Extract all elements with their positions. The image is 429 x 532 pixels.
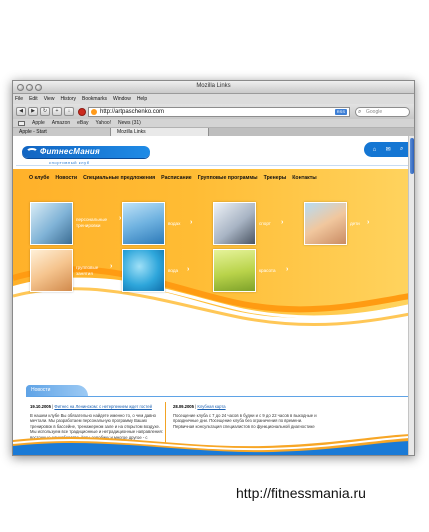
- tile-water-label: вода: [168, 268, 179, 273]
- add-bookmark-button[interactable]: +: [52, 107, 62, 116]
- bookmark-yahoo[interactable]: Yahoo!: [96, 120, 111, 126]
- tile-personal-training-label: персональные тренировки: [76, 217, 108, 228]
- nav-contacts[interactable]: Контакты: [292, 175, 316, 181]
- tile-beauty-label: красота: [259, 268, 276, 273]
- tile-sport-photo: [213, 202, 256, 245]
- tile-water-photo: [122, 249, 165, 292]
- menu-window[interactable]: Window: [113, 96, 131, 102]
- news-section-title: Новости: [31, 387, 51, 393]
- tile-group-classes-photo: [30, 249, 73, 292]
- tile-kids-photo: [304, 202, 347, 245]
- news-item-1-link[interactable]: Фитнес на Ленинском: с нетерпением ждет …: [54, 404, 152, 409]
- news-section-rule: [26, 396, 410, 397]
- nav-special-offers[interactable]: Специальные предложения: [83, 175, 155, 181]
- browser-window: Mozilla Links File Edit View History Boo…: [12, 80, 415, 456]
- tab-mozilla-links[interactable]: Mozilla Links: [111, 128, 209, 136]
- page-viewport: ФитнесМания спортивный клуб ⌂ ✉ ⌕ О клуб…: [13, 136, 414, 455]
- menu-help[interactable]: Help: [137, 96, 147, 102]
- back-button[interactable]: ◀: [16, 107, 26, 116]
- title-bar: Mozilla Links: [13, 81, 414, 94]
- scrollbar-thumb[interactable]: [410, 138, 414, 174]
- nav-about[interactable]: О клубе: [29, 175, 49, 181]
- menu-bookmarks[interactable]: Bookmarks: [82, 96, 107, 102]
- forward-button[interactable]: ▶: [28, 107, 38, 116]
- menu-file[interactable]: File: [15, 96, 23, 102]
- menu-edit[interactable]: Edit: [29, 96, 38, 102]
- menu-history[interactable]: History: [60, 96, 76, 102]
- menu-view[interactable]: View: [44, 96, 55, 102]
- rss-badge[interactable]: RSS: [334, 108, 347, 115]
- tile-kids-arrow-icon: ›: [367, 219, 370, 226]
- tile-aqua-arrow-icon: ›: [190, 219, 193, 226]
- news-item-1-date: 19.10.2005: [30, 404, 51, 409]
- bookmark-amazon[interactable]: Amazon: [52, 120, 70, 126]
- site-nav: О клубе Новости Специальные предложения …: [13, 171, 410, 184]
- tile-kids-label: дети: [350, 221, 360, 226]
- site-url-caption: http://fitnessmania.ru: [236, 485, 366, 501]
- tile-sport-label: спорт: [259, 221, 271, 226]
- tile-personal-training-photo: [30, 202, 73, 245]
- search-placeholder: Google: [366, 108, 383, 115]
- news-item-2-date: 28.09.2005: [173, 404, 194, 409]
- menu-bar: File Edit View History Bookmarks Window …: [13, 94, 414, 104]
- tab-apple-start[interactable]: Apple - Start: [13, 128, 111, 136]
- search-input[interactable]: ⌕ Google: [355, 106, 410, 117]
- window-title: Mozilla Links: [196, 83, 231, 89]
- bookmarks-bar: Apple Amazon eBay Yahoo! News (31): [13, 119, 414, 128]
- tile-aqua-photo: [122, 202, 165, 245]
- nav-trainers[interactable]: Тренеры: [264, 175, 287, 181]
- nav-group-programs[interactable]: Групповые программы: [198, 175, 258, 181]
- address-bar[interactable]: http://artpaschenko.com RSS: [88, 106, 350, 117]
- footer-wave-shape: [13, 434, 410, 455]
- tile-beauty-arrow-icon: ›: [286, 266, 289, 273]
- search-icon: ⌕: [358, 108, 362, 115]
- bookmark-apple[interactable]: Apple: [32, 120, 45, 126]
- tile-water-arrow-icon: ›: [187, 266, 190, 273]
- tile-sport-arrow-icon: ›: [281, 219, 284, 226]
- vertical-scrollbar[interactable]: [408, 136, 414, 455]
- tile-aqua-label: водах: [168, 221, 181, 226]
- bookmark-ebay[interactable]: eBay: [77, 120, 88, 126]
- tile-group-classes-label: групповые занятия: [76, 265, 99, 276]
- tile-beauty-photo: [213, 249, 256, 292]
- nav-schedule[interactable]: Расписание: [161, 175, 192, 181]
- bookmarks-book-icon[interactable]: [18, 120, 25, 126]
- stop-icon[interactable]: [78, 107, 86, 116]
- reload-button[interactable]: ↻: [40, 107, 50, 116]
- tile-personal-training-arrow-icon: ›: [119, 215, 122, 222]
- navigation-toolbar: ◀ ▶ ↻ + ↓ http://artpaschenko.com RSS ⌕ …: [13, 104, 414, 119]
- news-item-2-link[interactable]: Клубная карта: [197, 404, 225, 409]
- site-favicon-icon: [91, 108, 97, 115]
- download-button[interactable]: ↓: [64, 107, 74, 116]
- tab-bar: Apple - Start Mozilla Links: [13, 128, 414, 136]
- address-text: http://artpaschenko.com: [100, 108, 165, 115]
- bookmark-news[interactable]: News (31): [118, 120, 141, 126]
- fitnessmania-site: ФитнесМания спортивный клуб ⌂ ✉ ⌕ О клуб…: [13, 136, 410, 455]
- tile-group-classes-arrow-icon: ›: [110, 263, 113, 270]
- nav-news[interactable]: Новости: [55, 175, 77, 181]
